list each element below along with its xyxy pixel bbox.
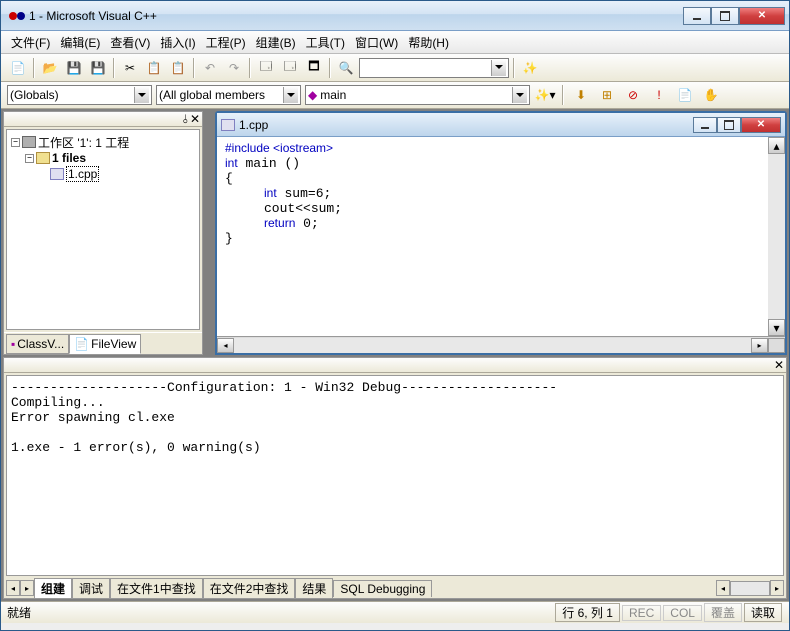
panel-header: ⫰ ✕ [4,112,202,127]
scope-combo[interactable]: (Globals) [7,85,152,105]
new-file-icon[interactable]: 📄 [7,57,29,79]
tree-file-label: 1.cpp [66,166,99,182]
breakpoint-icon[interactable]: ✋ [700,84,722,106]
tab-find2[interactable]: 在文件2中查找 [203,578,296,598]
menu-edit[interactable]: 编辑(E) [56,32,104,53]
find-combo[interactable] [359,58,509,78]
workspace: ⫰ ✕ −工作区 '1': 1 工程 −1 files 1.cpp ▪Class… [1,109,789,601]
function-combo[interactable]: ◆main [305,85,530,105]
find-icon[interactable]: 🔍 [335,57,357,79]
tab-scroll-left[interactable]: ◂ [6,580,20,596]
output-scroll-left[interactable]: ◂ [716,580,730,596]
status-ovr: 覆盖 [704,603,742,622]
app-icon [9,8,25,24]
output-scroll-right[interactable]: ▸ [770,580,784,596]
editor-titlebar: 1.cpp [217,113,785,137]
menu-tool[interactable]: 工具(T) [302,32,349,53]
menu-insert[interactable]: 插入(I) [156,32,199,53]
close-button[interactable] [739,7,785,25]
cut-icon[interactable]: ✂ [119,57,141,79]
editor-vscrollbar[interactable]: ▴ ▾ [768,137,785,336]
window-buttons [683,7,785,25]
tree-file[interactable]: 1.cpp [11,166,195,182]
stop-build-icon[interactable]: ⊘ [622,84,644,106]
window-title: 1 - Microsoft Visual C++ [29,9,683,23]
scope-text: (Globals) [10,88,59,102]
tab-build[interactable]: 组建 [34,578,72,598]
tab-sql[interactable]: SQL Debugging [333,580,432,597]
save-all-icon[interactable]: 💾 [87,57,109,79]
editor-filename: 1.cpp [239,118,693,132]
workspace-tabs: ▪ClassV... 📄FileView [4,332,202,354]
titlebar: 1 - Microsoft Visual C++ [1,1,789,31]
file-tree[interactable]: −工作区 '1': 1 工程 −1 files 1.cpp [6,129,200,330]
tab-fileview[interactable]: 📄FileView [69,334,141,354]
func-text: main [320,88,346,102]
open-icon[interactable]: 📂 [39,57,61,79]
menu-help[interactable]: 帮助(H) [404,32,453,53]
wizbar: (Globals) (All global members ◆main ✨▾ ⬇… [1,82,789,109]
output-panel: ✕ --------------------Configuration: 1 -… [3,357,787,599]
members-text: (All global members [159,88,265,102]
pin-icon[interactable]: ⫰ [183,112,188,127]
members-combo[interactable]: (All global members [156,85,301,105]
redo-icon[interactable]: ↷ [223,57,245,79]
editor-hscrollbar[interactable]: ◂▸ [217,336,785,353]
tab-classview[interactable]: ▪ClassV... [6,334,69,354]
undo-icon[interactable]: ↶ [199,57,221,79]
cpp-file-icon [221,119,235,131]
tree-project-label: 1 files [52,151,86,165]
status-ready: 就绪 [7,604,554,621]
copy-icon[interactable]: 📋 [143,57,165,79]
editor-min-button[interactable] [693,117,717,133]
paste-icon[interactable]: 📋 [167,57,189,79]
tab-debug[interactable]: 调试 [72,578,110,598]
menu-project[interactable]: 工程(P) [202,32,250,53]
status-rec: REC [622,605,661,621]
go-icon[interactable]: 📄 [674,84,696,106]
status-col: COL [663,605,702,621]
execute-icon[interactable]: ! [648,84,670,106]
window-list-icon[interactable]: 🗖 [303,57,325,79]
menu-file[interactable]: 文件(F) [7,32,54,53]
tree-workspace-label: 工作区 '1': 1 工程 [38,134,129,151]
editor-max-button[interactable] [717,117,741,133]
tab-find1[interactable]: 在文件1中查找 [110,578,203,598]
compile-icon[interactable]: ⊞ [596,84,618,106]
output-header: ✕ [4,358,786,373]
tree-project[interactable]: −1 files [11,150,195,166]
tree-workspace[interactable]: −工作区 '1': 1 工程 [11,134,195,150]
tab-result[interactable]: 结果 [295,578,333,598]
workspace-icon[interactable]: 🗔 [255,57,277,79]
diamond-icon: ◆ [308,88,317,102]
code-editor[interactable]: #include <iostream> int main () { int su… [217,137,768,336]
statusbar: 就绪 行 6, 列 1 REC COL 覆盖 读取 [1,601,789,623]
menubar: 文件(F) 编辑(E) 查看(V) 插入(I) 工程(P) 组建(B) 工具(T… [1,31,789,54]
wand-icon[interactable]: ✨▾ [534,84,556,106]
editor-close-button[interactable] [741,117,781,133]
menu-view[interactable]: 查看(V) [106,32,154,53]
menu-window[interactable]: 窗口(W) [351,32,402,53]
status-position: 行 6, 列 1 [555,603,620,622]
close-panel-icon[interactable]: ✕ [190,112,200,126]
menu-build[interactable]: 组建(B) [252,32,300,53]
output-tabs: ◂ ▸ 组建 调试 在文件1中查找 在文件2中查找 结果 SQL Debuggi… [4,578,786,598]
workspace-panel: ⫰ ✕ −工作区 '1': 1 工程 −1 files 1.cpp ▪Class… [3,111,203,355]
output-icon[interactable]: 🗔 [279,57,301,79]
minimize-button[interactable] [683,7,711,25]
save-icon[interactable]: 💾 [63,57,85,79]
close-output-icon[interactable]: ✕ [774,358,784,372]
mdi-area: 1.cpp #include <iostream> int main () { … [205,111,787,355]
wizard-icon[interactable]: ✨ [519,57,541,79]
toolbar-main: 📄 📂 💾 💾 ✂ 📋 📋 ↶ ↷ 🗔 🗔 🗖 🔍 ✨ [1,54,789,82]
tab-scroll-right[interactable]: ▸ [20,580,34,596]
output-text[interactable]: --------------------Configuration: 1 - W… [6,375,784,576]
maximize-button[interactable] [711,7,739,25]
status-read: 读取 [744,603,782,622]
editor-window: 1.cpp #include <iostream> int main () { … [215,111,787,355]
build-icon[interactable]: ⬇ [570,84,592,106]
